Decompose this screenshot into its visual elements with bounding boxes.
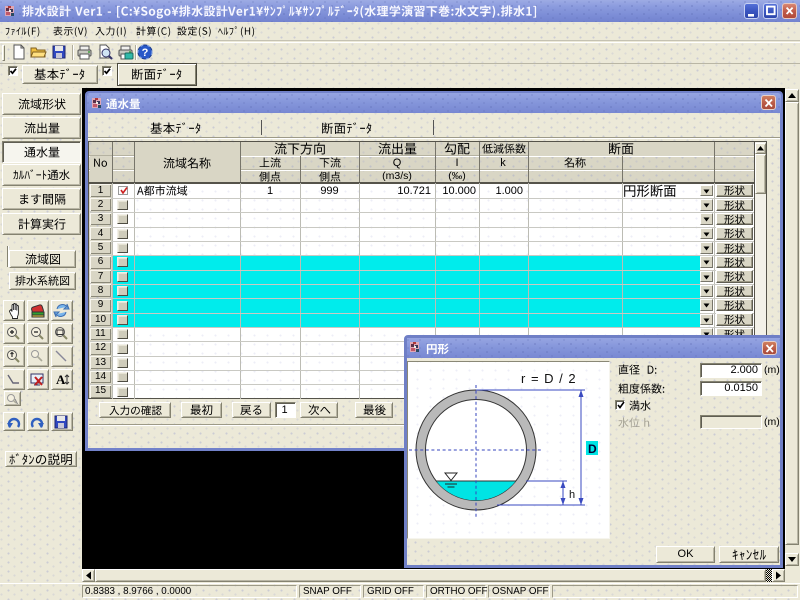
svg-text:?: ? [142,47,149,59]
svg-text:D: D [588,442,597,456]
svg-text:r = D / 2: r = D / 2 [521,371,577,386]
svg-text:A: A [56,372,66,387]
svg-text:h: h [569,489,575,501]
